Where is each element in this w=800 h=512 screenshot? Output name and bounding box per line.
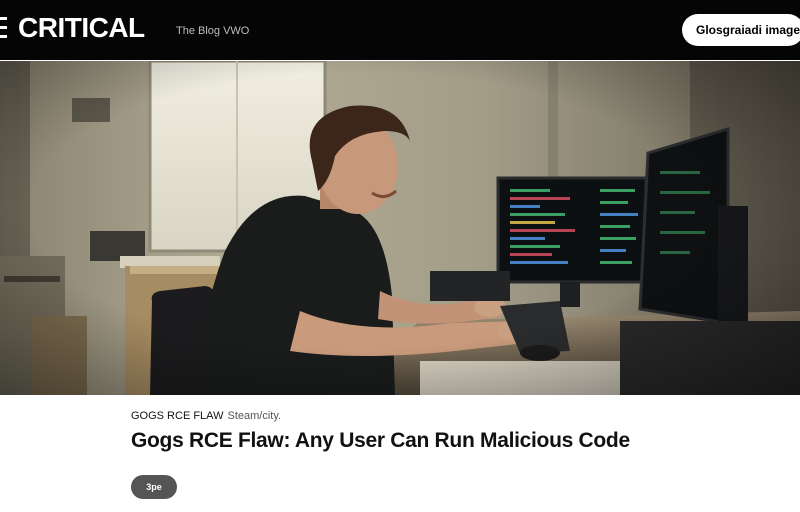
hero-image — [0, 61, 800, 395]
kicker-sub: Steam/city. — [227, 410, 282, 422]
site-logo[interactable]: CRITICAL — [18, 11, 145, 45]
site-tagline: The Blog VWO — [176, 25, 250, 37]
article-kicker: GOGS RCE FLAW Steam/city. — [131, 409, 281, 423]
kicker-label: GOGS RCE FLAW — [131, 410, 224, 422]
read-more-button[interactable]: 3pe — [131, 475, 177, 499]
header-cta-button[interactable]: Glosgraiadi image — [682, 14, 800, 46]
site-header: CRITICAL The Blog VWO Glosgraiadi image — [0, 0, 800, 60]
article-headline[interactable]: Gogs RCE Flaw: Any User Can Run Maliciou… — [131, 427, 630, 455]
menu-icon[interactable] — [0, 17, 7, 39]
